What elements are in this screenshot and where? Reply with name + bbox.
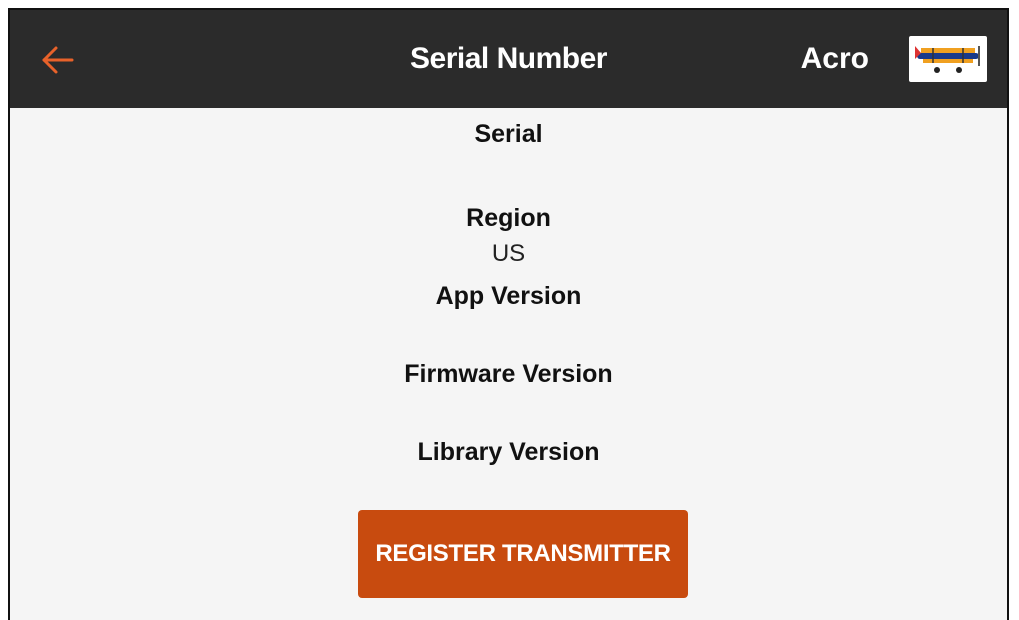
register-transmitter-button[interactable]: REGISTER TRANSMITTER (358, 510, 688, 598)
region-label: Region (466, 204, 551, 232)
model-image-button[interactable] (909, 36, 987, 82)
library-version-label: Library Version (417, 438, 600, 466)
serial-info-panel: Serial Region US App Version Firmware Ve… (10, 108, 1007, 620)
serial-label: Serial (474, 120, 543, 148)
region-value: US (491, 240, 526, 267)
model-name: Acro (800, 42, 869, 75)
top-bar: Serial Number Acro (10, 10, 1007, 108)
screen-frame: Serial Number Acro Serial Region US App … (8, 8, 1009, 620)
app-version-label: App Version (435, 282, 582, 310)
airplane-thumbnail-icon (915, 46, 980, 73)
firmware-version-label: Firmware Version (404, 360, 613, 388)
